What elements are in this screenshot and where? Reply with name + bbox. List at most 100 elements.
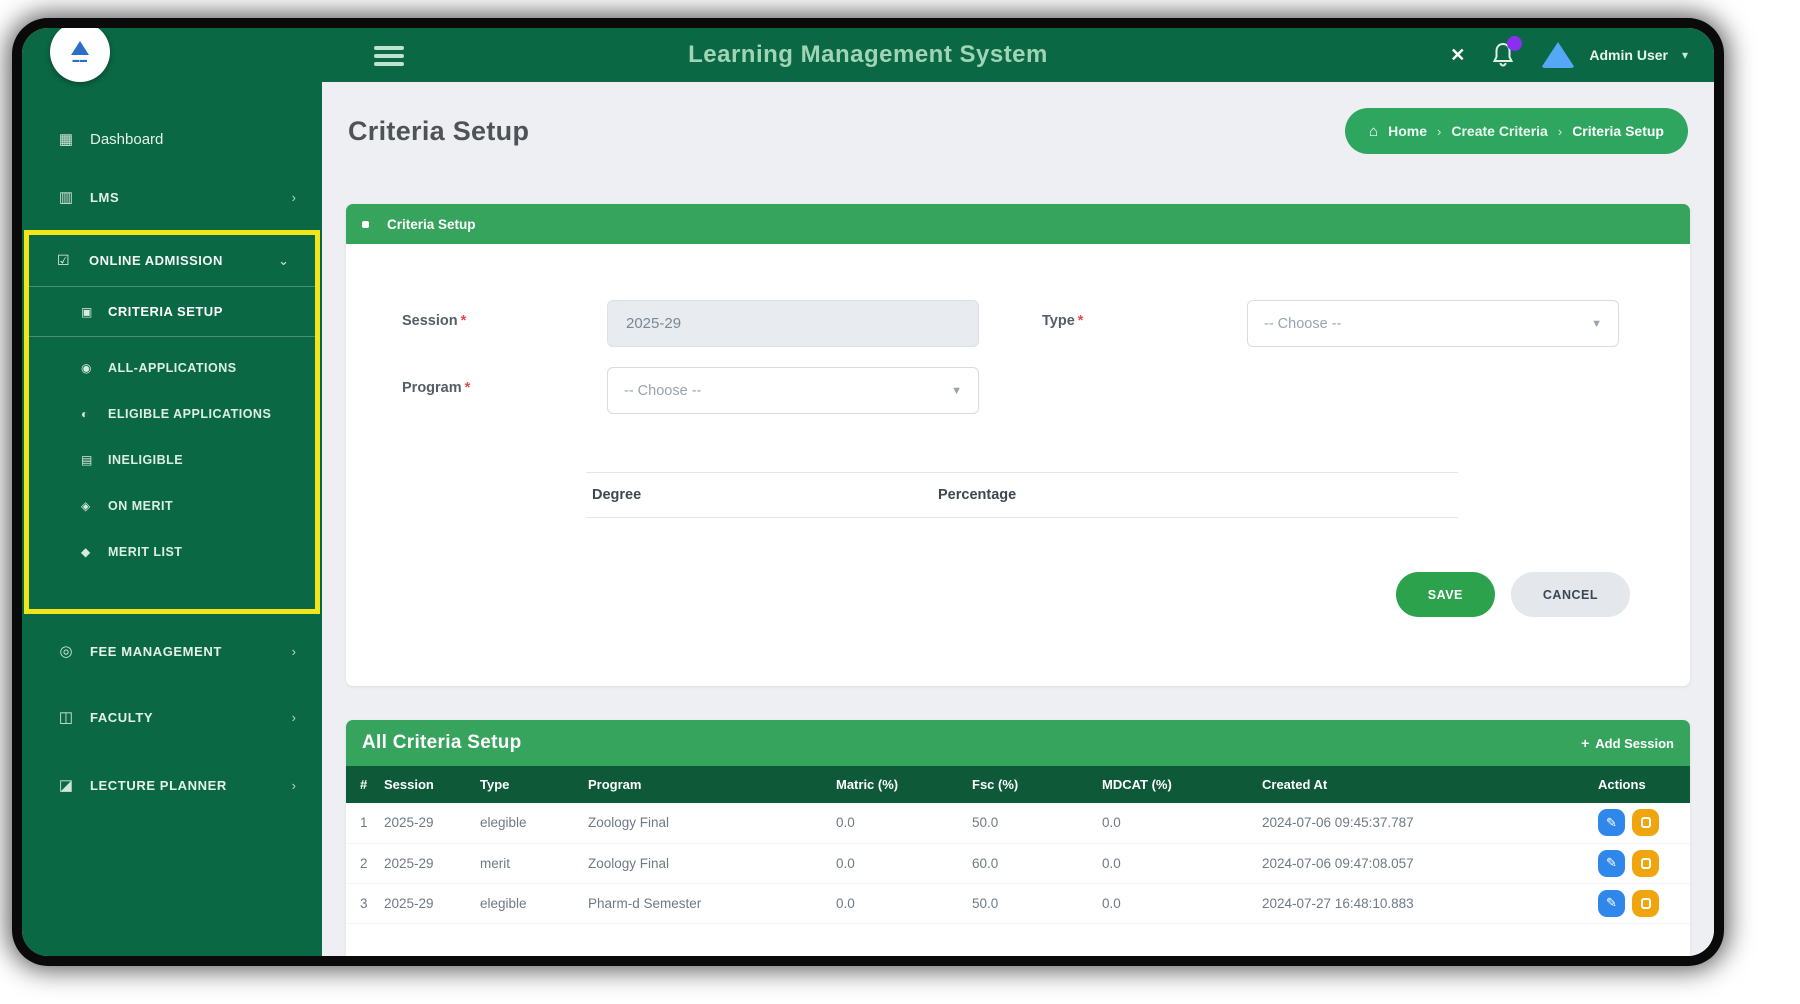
- select-caret-icon: ▼: [1591, 318, 1602, 330]
- merit-list-icon: ◆: [81, 545, 97, 559]
- sidebar-item-fee-management[interactable]: ◎ FEE MANAGEMENT ›: [22, 622, 322, 680]
- required-asterisk: *: [1078, 313, 1084, 329]
- on-merit-icon: ◈: [81, 499, 97, 513]
- col-header-mdcat: MDCAT (%): [1100, 766, 1260, 803]
- required-asterisk: *: [461, 313, 467, 329]
- topbar: ▬▬ Learning Management System ✕ Admin Us…: [22, 28, 1714, 82]
- sidebar-item-on-merit[interactable]: ◈ ON MERIT: [29, 483, 315, 529]
- sidebar-item-lms[interactable]: ▥ LMS ›: [22, 168, 322, 226]
- criteria-setup-icon: ▣: [81, 305, 97, 319]
- type-select[interactable]: -- Choose -- ▼: [1247, 300, 1619, 347]
- table-header-row: # Session Type Program Matric (%) Fsc (%…: [346, 766, 1690, 803]
- delete-button[interactable]: [1632, 809, 1659, 836]
- eligible-applications-icon: ◐: [81, 407, 97, 421]
- page-title: Criteria Setup: [348, 116, 529, 147]
- all-criteria-setup-card: All Criteria Setup + Add Session: [346, 720, 1690, 956]
- breadcrumb-create-criteria[interactable]: Create Criteria: [1451, 123, 1548, 139]
- list-title: All Criteria Setup: [362, 732, 522, 754]
- notification-badge: [1507, 36, 1522, 51]
- all-criteria-card-header: All Criteria Setup + Add Session: [346, 720, 1690, 766]
- chevron-down-icon: ⌄: [278, 253, 289, 269]
- sidebar-item-faculty[interactable]: ◫ FACULTY ›: [22, 688, 322, 746]
- chevron-right-icon: ›: [292, 778, 296, 793]
- col-header-num: #: [346, 766, 382, 803]
- breadcrumb-home[interactable]: Home: [1388, 123, 1427, 139]
- sidebar-item-merit-list[interactable]: ◆ MERIT LIST: [29, 529, 315, 575]
- user-menu[interactable]: Admin User ▾: [1541, 42, 1688, 68]
- col-header-fsc: Fsc (%): [970, 766, 1100, 803]
- criteria-setup-card-header: Criteria Setup: [346, 204, 1690, 244]
- sidebar-item-dashboard[interactable]: ▦ Dashboard: [22, 110, 322, 168]
- edit-button[interactable]: ✎: [1598, 809, 1625, 836]
- pencil-icon: ✎: [1606, 855, 1617, 871]
- close-icon[interactable]: ✕: [1450, 45, 1465, 66]
- notifications-button[interactable]: [1491, 42, 1515, 68]
- col-header-session: Session: [382, 766, 478, 803]
- lms-icon: ▥: [56, 188, 76, 206]
- chevron-right-icon: ›: [292, 644, 296, 659]
- col-header-created: Created At: [1260, 766, 1596, 803]
- table-row: 2 2025-29 merit Zoology Final 0.0 60.0 0…: [346, 843, 1690, 883]
- program-label: Program*: [402, 367, 607, 414]
- avatar: [1541, 42, 1575, 68]
- cancel-button[interactable]: CANCEL: [1511, 572, 1630, 617]
- plus-icon: +: [1581, 735, 1589, 751]
- fee-management-icon: ◎: [56, 642, 76, 660]
- type-label: Type*: [1042, 300, 1247, 347]
- percentage-column-header: Percentage: [938, 487, 1016, 503]
- required-asterisk: *: [465, 380, 471, 396]
- sidebar-item-eligible-applications[interactable]: ◐ ELIGIBLE APPLICATIONS: [29, 391, 315, 437]
- logo-triangle-icon: [71, 41, 89, 55]
- save-button[interactable]: SAVE: [1396, 572, 1495, 617]
- sidebar-group-online-admission[interactable]: ☑ ONLINE ADMISSION ⌄: [29, 235, 315, 287]
- delete-button[interactable]: [1632, 850, 1659, 877]
- breadcrumb-current: Criteria Setup: [1572, 123, 1664, 139]
- screen: ▬▬ Learning Management System ✕ Admin Us…: [0, 0, 1800, 1004]
- delete-button[interactable]: [1632, 890, 1659, 917]
- main-content: Criteria Setup ⌂ Home › Create Criteria …: [322, 82, 1714, 956]
- sidebar-item-criteria-setup[interactable]: ▣ CRITERIA SETUP: [29, 287, 315, 337]
- app-logo[interactable]: ▬▬: [50, 28, 110, 82]
- col-header-program: Program: [586, 766, 834, 803]
- sidebar-item-ineligible[interactable]: ▤ INELIGIBLE: [29, 437, 315, 483]
- chevron-down-icon: ▾: [1682, 48, 1688, 62]
- sidebar-item-all-applications[interactable]: ◉ ALL-APPLICATIONS: [29, 345, 315, 391]
- card-header-title: Criteria Setup: [387, 217, 476, 232]
- highlight-annotation-box: ☑ ONLINE ADMISSION ⌄ ▣ CRITERIA SETUP ◉ …: [24, 230, 320, 614]
- edit-button[interactable]: ✎: [1598, 850, 1625, 877]
- criteria-table: # Session Type Program Matric (%) Fsc (%…: [346, 766, 1690, 924]
- topbar-actions: ✕ Admin User ▾: [1450, 28, 1688, 82]
- pencil-icon: ✎: [1606, 895, 1617, 911]
- col-header-type: Type: [478, 766, 586, 803]
- faculty-icon: ◫: [56, 708, 76, 726]
- delete-icon: [1641, 817, 1651, 828]
- col-header-matric: Matric (%): [834, 766, 970, 803]
- chevron-right-icon: ›: [292, 190, 296, 205]
- table-row: 1 2025-29 elegible Zoology Final 0.0 50.…: [346, 803, 1690, 843]
- session-label: Session*: [402, 300, 607, 347]
- breadcrumb-separator: ›: [1437, 124, 1441, 139]
- table-row: 3 2025-29 elegible Pharm-d Semester 0.0 …: [346, 883, 1690, 923]
- col-header-actions: Actions: [1596, 766, 1690, 803]
- ineligible-icon: ▤: [81, 453, 97, 467]
- lecture-planner-icon: ◪: [56, 776, 76, 794]
- breadcrumb-separator: ›: [1558, 124, 1562, 139]
- delete-icon: [1641, 858, 1651, 869]
- dashboard-icon: ▦: [56, 130, 76, 148]
- edit-button[interactable]: ✎: [1598, 890, 1625, 917]
- chevron-right-icon: ›: [292, 710, 296, 725]
- breadcrumb: ⌂ Home › Create Criteria › Criteria Setu…: [1345, 108, 1688, 154]
- degree-table-header: Degree Percentage: [586, 472, 1458, 518]
- select-caret-icon: ▼: [951, 385, 962, 397]
- add-session-button[interactable]: + Add Session: [1581, 735, 1674, 751]
- program-select[interactable]: -- Choose -- ▼: [607, 367, 979, 414]
- session-input[interactable]: [607, 300, 979, 347]
- home-icon: ⌂: [1369, 123, 1378, 140]
- app-window: ▬▬ Learning Management System ✕ Admin Us…: [22, 28, 1714, 956]
- degree-column-header: Degree: [586, 487, 938, 503]
- all-applications-icon: ◉: [81, 361, 97, 375]
- criteria-setup-card: Criteria Setup Session*: [346, 204, 1690, 686]
- delete-icon: [1641, 898, 1651, 909]
- sidebar-item-lecture-planner[interactable]: ◪ LECTURE PLANNER ›: [22, 756, 322, 814]
- pencil-icon: ✎: [1606, 815, 1617, 831]
